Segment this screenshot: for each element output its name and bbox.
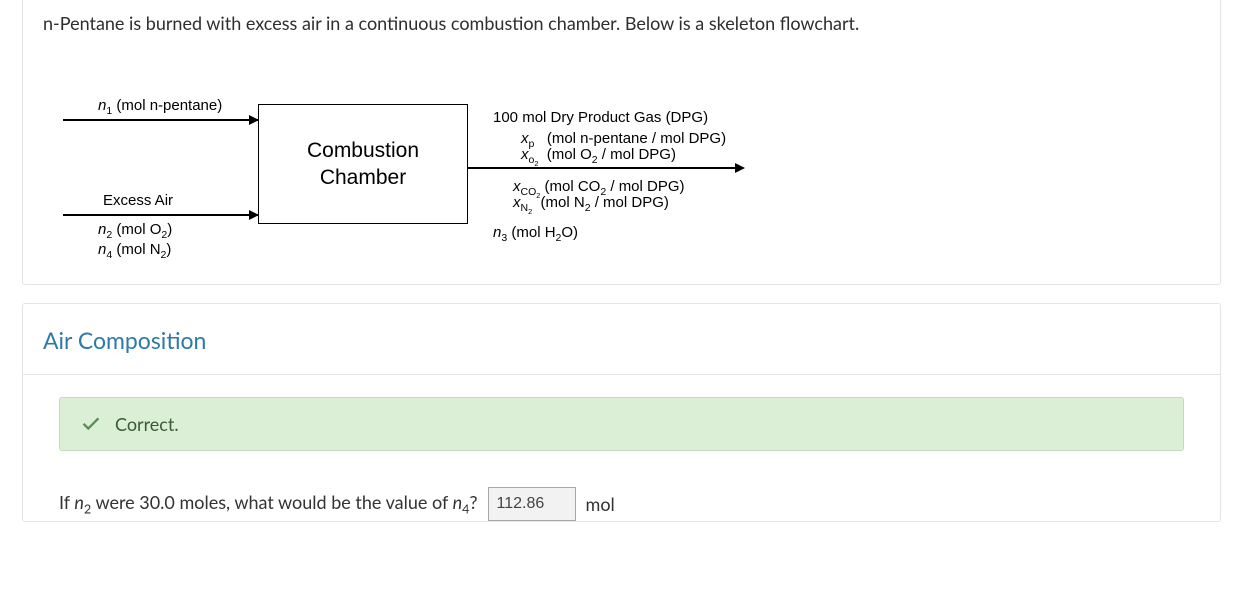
output-line4: xN2 (mol N2 / mol DPG) [513, 194, 669, 217]
check-icon [80, 412, 102, 434]
problem-text: n-Pentane is burned with excess air in a… [23, 0, 1220, 44]
arrow-line [63, 214, 258, 216]
input-bot-header: Excess Air [103, 192, 173, 209]
arrow-head-icon [735, 163, 745, 173]
input-top-label: n1 (mol n-pentane) [98, 97, 222, 117]
flowchart-diagram: n1 (mol n-pentane) Excess Air n2 (mol O2… [43, 84, 1200, 274]
feedback-text: Correct. [115, 413, 179, 435]
input-bot-lines: n2 (mol O2) n4 (mol N2) [98, 221, 172, 261]
section-card: Air Composition Correct. If n2 were 30.0… [22, 303, 1221, 522]
box-line2: Chamber [320, 166, 406, 189]
problem-card: n-Pentane is burned with excess air in a… [22, 0, 1221, 285]
output-header: 100 mol Dry Product Gas (DPG) [493, 109, 708, 126]
unit-label: mol [586, 493, 615, 515]
combustion-chamber-box: Combustion Chamber [258, 104, 468, 224]
question-line: If n2 were 30.0 moles, what would be the… [59, 487, 1184, 521]
feedback-correct: Correct. [59, 397, 1184, 451]
arrow-line [63, 119, 258, 121]
output-line2: xo2 (mol O2 / mol DPG) [521, 146, 676, 169]
section-title: Air Composition [23, 304, 1220, 375]
question-text: If n2 were 30.0 moles, what would be the… [59, 491, 478, 517]
box-line1: Combustion [307, 139, 419, 162]
output-line5: n3 (mol H2O) [493, 224, 578, 244]
answer-input[interactable] [488, 487, 576, 521]
